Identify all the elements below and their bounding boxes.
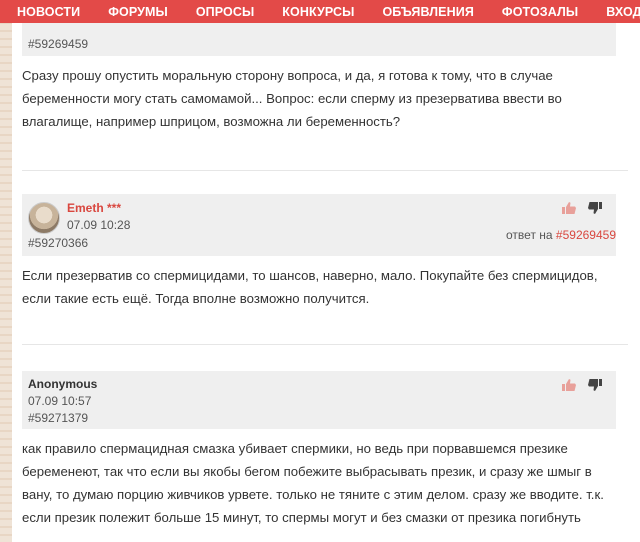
post-id: #59269459 xyxy=(28,37,89,51)
nav-item-login[interactable]: ВХОД xyxy=(606,5,640,19)
reply-reference: ответ на #59269459 xyxy=(506,228,616,242)
thumbs-down-icon[interactable] xyxy=(588,202,602,214)
post-text: Сразу прошу опустить моральную сторону в… xyxy=(22,68,562,129)
forum-post: Emeth *** 07.09 10:28 #59270366 ответ на… xyxy=(22,194,640,310)
nav-item-polls[interactable]: ОПРОСЫ xyxy=(196,5,254,19)
nav-item-contests[interactable]: КОНКУРСЫ xyxy=(282,5,354,19)
top-navigation-bar: НОВОСТИ ФОРУМЫ ОПРОСЫ КОНКУРСЫ ОБЪЯВЛЕНИ… xyxy=(0,0,640,23)
post-text: как правило спермацидная смазка убивает … xyxy=(22,441,604,525)
forum-post: Anonymous 07.09 10:57 #59271379 как прав… xyxy=(22,371,640,529)
post-text: Если презерватив со спермицидами, то шан… xyxy=(22,268,598,306)
post-author[interactable]: Emeth *** xyxy=(67,201,130,215)
post-id: #59271379 xyxy=(28,411,89,425)
forum-post: #59269459 Сразу прошу опустить моральную… xyxy=(22,23,640,133)
forum-content: #59269459 Сразу прошу опустить моральную… xyxy=(12,0,640,542)
nav-item-ads[interactable]: ОБЪЯВЛЕНИЯ xyxy=(382,5,473,19)
post-vote-actions xyxy=(562,202,602,214)
post-date: 07.09 10:57 xyxy=(28,394,92,408)
thumbs-up-icon[interactable] xyxy=(562,202,576,214)
reply-label: ответ на xyxy=(506,228,553,242)
reply-link[interactable]: #59269459 xyxy=(556,228,616,242)
nav-items: НОВОСТИ ФОРУМЫ ОПРОСЫ КОНКУРСЫ ОБЪЯВЛЕНИ… xyxy=(17,5,640,19)
thumbs-up-icon[interactable] xyxy=(562,379,576,391)
post-header: Emeth *** 07.09 10:28 #59270366 ответ на… xyxy=(22,194,616,256)
nav-item-forums[interactable]: ФОРУМЫ xyxy=(108,5,168,19)
post-author[interactable]: Anonymous xyxy=(28,377,97,391)
thumbs-down-icon[interactable] xyxy=(588,379,602,391)
post-id: #59270366 xyxy=(28,236,89,250)
post-header: Anonymous 07.09 10:57 #59271379 xyxy=(22,371,616,429)
post-vote-actions xyxy=(562,379,602,391)
avatar[interactable] xyxy=(28,202,60,234)
decorative-ornament-strip xyxy=(0,0,12,542)
nav-item-photos[interactable]: ФОТОЗАЛЫ xyxy=(502,5,578,19)
post-divider xyxy=(22,170,628,171)
post-date: 07.09 10:28 xyxy=(67,218,131,232)
post-header: #59269459 xyxy=(22,23,616,56)
nav-item-news[interactable]: НОВОСТИ xyxy=(17,5,80,19)
post-divider xyxy=(22,344,628,345)
